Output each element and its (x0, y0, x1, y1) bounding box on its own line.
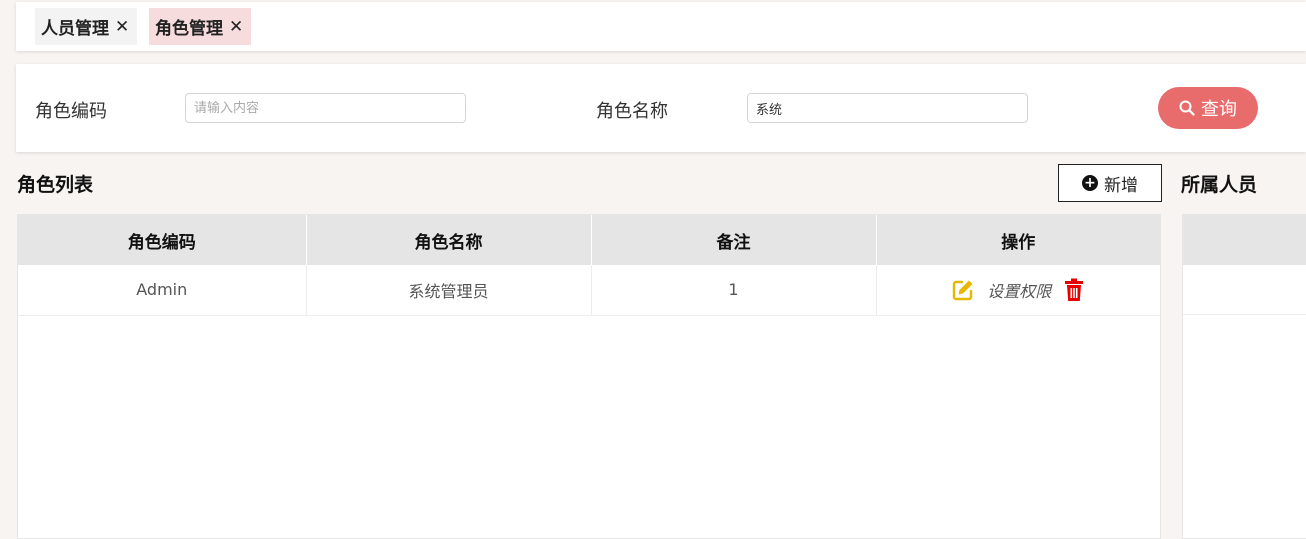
trash-icon[interactable] (1063, 278, 1085, 302)
close-icon[interactable]: ✕ (115, 17, 129, 37)
add-label: 新增 (1104, 175, 1138, 196)
tab-roles[interactable]: 角色管理 ✕ (149, 8, 251, 45)
role-name-cell: 系统管理员 (306, 265, 592, 316)
search-panel: 角色编码 角色名称 查询 (16, 64, 1306, 152)
column-header[interactable]: 操作 (876, 215, 1160, 265)
members-table-header (1183, 215, 1306, 265)
add-role-button[interactable]: + 新增 (1058, 164, 1162, 202)
column-header[interactable]: 备注 (591, 215, 877, 265)
table-row[interactable]: Admin 系统管理员 1 设置权限 (18, 265, 1160, 316)
role-table: 角色编码 角色名称 备注 操作 Admin 系统管理员 1 设置权限 (17, 214, 1161, 539)
members-title: 所属人员 (1181, 174, 1258, 196)
set-permission-link[interactable]: 设置权限 (987, 278, 1051, 302)
role-code-label: 角色编码 (35, 101, 107, 122)
role-name-label: 角色名称 (596, 101, 668, 122)
role-name-input[interactable] (747, 93, 1028, 123)
role-code-input[interactable] (185, 93, 466, 123)
close-icon[interactable]: ✕ (229, 17, 243, 37)
column-header[interactable]: 角色编码 (18, 215, 307, 265)
query-button[interactable]: 查询 (1158, 87, 1258, 129)
remark-cell: 1 (591, 265, 877, 316)
members-table-row[interactable] (1183, 265, 1306, 315)
tab-bar: 人员管理 ✕ 角色管理 ✕ (16, 2, 1306, 51)
role-list-title: 角色列表 (17, 174, 94, 196)
actions-cell: 设置权限 (876, 265, 1160, 316)
tab-personnel[interactable]: 人员管理 ✕ (35, 8, 137, 45)
tab-label: 角色管理 (155, 19, 223, 39)
edit-icon[interactable] (951, 278, 975, 302)
role-code-cell: Admin (18, 265, 307, 316)
query-label: 查询 (1201, 99, 1237, 120)
plus-circle-icon: + (1082, 175, 1098, 191)
tab-label: 人员管理 (41, 19, 109, 39)
members-table (1182, 214, 1306, 539)
table-header-row: 角色编码 角色名称 备注 操作 (18, 215, 1160, 265)
search-icon (1179, 100, 1195, 116)
column-header[interactable]: 角色名称 (306, 215, 592, 265)
